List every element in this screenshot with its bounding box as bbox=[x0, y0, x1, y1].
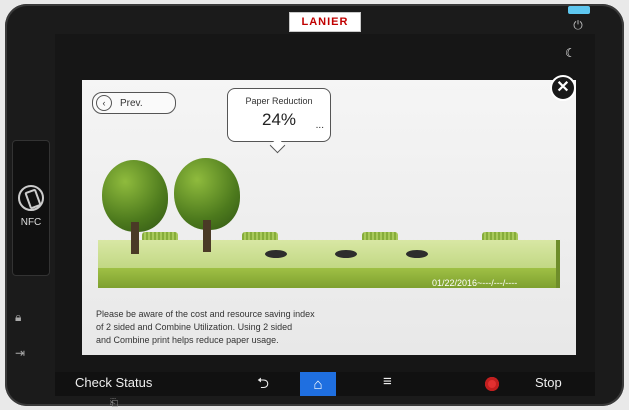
message-line: of 2 sided and Combine Utilization. Usin… bbox=[96, 322, 293, 332]
date-range: 01/22/2016~---/---/---- bbox=[432, 278, 518, 288]
message-line: and Combine print helps reduce paper usa… bbox=[96, 335, 279, 345]
grass-tuft bbox=[362, 232, 398, 240]
tree-icon bbox=[102, 160, 168, 254]
back-icon[interactable]: ⮌ bbox=[257, 373, 269, 398]
message-line: Please be aware of the cost and resource… bbox=[96, 309, 315, 319]
status-led bbox=[568, 6, 590, 14]
lock-icon[interactable]: 🔒︎ bbox=[15, 310, 21, 325]
more-button[interactable]: ... bbox=[316, 120, 324, 131]
brand-logo: LANIER bbox=[289, 12, 361, 32]
empty-tree-hole bbox=[406, 250, 428, 258]
login-icon[interactable]: ⇥ bbox=[15, 346, 25, 360]
taskbar: Check Status ⮌ ⌂ ≡ Stop bbox=[55, 372, 595, 396]
menu-icon[interactable]: ≡ bbox=[383, 373, 392, 390]
prev-label: Prev. bbox=[120, 97, 143, 109]
info-message: Please be aware of the cost and resource… bbox=[96, 308, 346, 347]
tree-trunk bbox=[203, 220, 211, 252]
home-icon[interactable]: ⌂ bbox=[300, 372, 336, 396]
close-icon[interactable]: ✕ bbox=[550, 75, 576, 101]
grass-tuft bbox=[482, 232, 518, 240]
eco-dialog: ‹ Prev. Paper Reduction 24% ... 01/22/20… bbox=[82, 80, 576, 355]
paper-reduction-bubble: Paper Reduction 24% ... bbox=[227, 88, 331, 142]
usb-icon: ⎗ bbox=[110, 398, 118, 409]
empty-tree-hole bbox=[265, 250, 287, 258]
nfc-label: NFC bbox=[20, 217, 42, 228]
stop-icon[interactable] bbox=[485, 377, 499, 391]
tree-icon bbox=[174, 158, 240, 254]
tree-trunk bbox=[131, 222, 139, 254]
check-status-button[interactable]: Check Status bbox=[75, 375, 152, 390]
nfc-icon bbox=[18, 185, 44, 211]
empty-tree-hole bbox=[335, 250, 357, 258]
power-icon[interactable]: ⏻ bbox=[571, 18, 585, 32]
moon-icon[interactable]: ☾ bbox=[565, 46, 576, 60]
bubble-title: Paper Reduction bbox=[245, 96, 313, 106]
grass-tuft bbox=[242, 232, 278, 240]
nfc-panel: NFC bbox=[12, 140, 50, 276]
ground-side bbox=[556, 240, 560, 288]
chevron-left-icon: ‹ bbox=[96, 95, 112, 111]
prev-button[interactable]: ‹ Prev. bbox=[92, 92, 176, 114]
stop-button[interactable]: Stop bbox=[535, 375, 562, 390]
